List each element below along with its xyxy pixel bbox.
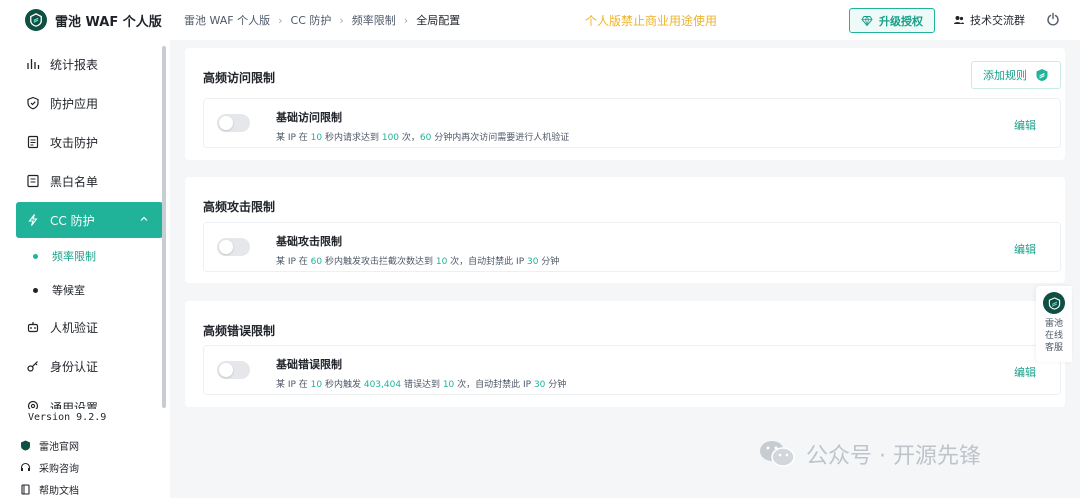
key-icon — [27, 361, 38, 372]
license-notice: 个人版禁止商业用途使用 — [585, 14, 718, 28]
rule-name: 基础访问限制 — [276, 111, 342, 124]
sidebar-subitem-waiting-room[interactable]: 等候室 — [16, 275, 163, 305]
sidebar-item-settings[interactable]: 通用设置 — [16, 387, 163, 409]
bullet-dot — [33, 254, 38, 259]
sidebar: 统计报表 防护应用 攻击防护 黑白名单 CC 防护 频率限制 等候室 人机验证 … — [0, 40, 170, 498]
edit-button[interactable]: 编辑 — [1014, 241, 1036, 257]
logout-icon[interactable] — [1046, 12, 1060, 26]
rule-description: 某 IP 在 60 秒内触发攻击拦截次数达到 10 次，自动封禁此 IP 30 … — [276, 257, 560, 267]
rule-card: 基础攻击限制 某 IP 在 60 秒内触发攻击拦截次数达到 10 次，自动封禁此… — [203, 222, 1061, 272]
footer-link-label: 采购咨询 — [39, 464, 79, 475]
users-icon — [954, 16, 964, 24]
section-title: 高频攻击限制 — [203, 200, 276, 214]
chevron-right-icon: › — [278, 13, 283, 27]
edit-button[interactable]: 编辑 — [1014, 117, 1036, 133]
bar-chart-icon — [27, 59, 40, 69]
footer-link-label: 雷池官网 — [39, 442, 79, 453]
add-rule-icon — [1036, 69, 1048, 81]
online-support-widget[interactable]: 雷池 在线 客服 — [1036, 286, 1072, 362]
sidebar-item-label: 通用设置 — [50, 401, 99, 409]
footer-link-website[interactable]: 雷池官网 — [20, 438, 79, 453]
section-high-freq-access: 高频访问限制 添加规则 基础访问限制 某 IP 在 10 秒内请求达到 100 … — [185, 48, 1065, 160]
breadcrumb-item[interactable]: CC 防护 — [291, 12, 332, 28]
rule-description: 某 IP 在 10 秒内触发 403,404 错误达到 10 次，自动封禁此 I… — [276, 380, 567, 390]
section-high-freq-attack: 高频攻击限制 基础攻击限制 某 IP 在 60 秒内触发攻击拦截次数达到 10 … — [185, 177, 1065, 283]
brand-name: 雷池 WAF 个人版 — [55, 14, 162, 30]
sidebar-item-label: 人机验证 — [50, 320, 99, 335]
breadcrumb-current: 全局配置 — [416, 14, 461, 27]
footer-link-docs[interactable]: 帮助文档 — [20, 482, 79, 497]
robot-icon — [27, 322, 39, 333]
wechat-icon — [760, 441, 795, 467]
rule-card: 基础错误限制 某 IP 在 10 秒内触发 403,404 错误达到 10 次，… — [203, 345, 1061, 395]
safeline-logo-icon — [25, 9, 47, 31]
sidebar-item-blacklist[interactable]: 黑白名单 — [16, 163, 163, 199]
support-label-line: 雷池 — [1044, 319, 1063, 329]
support-label-line: 客服 — [1044, 343, 1063, 353]
sidebar-item-protected-apps[interactable]: 防护应用 — [16, 85, 163, 121]
sidebar-item-cc-protection[interactable]: CC 防护 — [16, 202, 163, 238]
sidebar-item-label: 防护应用 — [50, 96, 99, 111]
support-logo-icon — [1043, 292, 1065, 314]
chevron-up-icon — [140, 216, 148, 221]
sidebar-subitem-rate-limit[interactable]: 频率限制 — [16, 241, 163, 271]
sidebar-item-captcha[interactable]: 人机验证 — [16, 309, 163, 345]
rule-toggle[interactable] — [217, 238, 250, 256]
sidebar-item-attack-protection[interactable]: 攻击防护 — [16, 124, 163, 160]
community-label: 技术交流群 — [970, 14, 1025, 27]
sidebar-item-auth[interactable]: 身份认证 — [16, 348, 163, 384]
breadcrumb-item[interactable]: 雷池 WAF 个人版 — [184, 12, 270, 28]
upgrade-button[interactable]: 升级授权 — [849, 8, 935, 33]
sidebar-item-label: 黑白名单 — [50, 174, 99, 189]
gear-icon — [27, 400, 39, 409]
rule-name: 基础攻击限制 — [276, 235, 342, 248]
rule-toggle[interactable] — [217, 114, 250, 132]
sidebar-scrollbar[interactable] — [162, 46, 166, 408]
sidebar-item-label: 统计报表 — [50, 57, 99, 72]
rule-card: 基础访问限制 某 IP 在 10 秒内请求达到 100 次，60 分钟内再次访问… — [203, 98, 1061, 148]
sidebar-item-label: CC 防护 — [50, 213, 95, 228]
rule-toggle[interactable] — [217, 361, 250, 379]
wechat-watermark: 公众号 · 开源先锋 — [758, 438, 981, 470]
headset-icon — [20, 462, 31, 471]
section-high-freq-error: 高频错误限制 基础错误限制 某 IP 在 10 秒内触发 403,404 错误达… — [185, 301, 1065, 407]
chevron-right-icon: › — [403, 13, 409, 27]
sidebar-subitem-label: 频率限制 — [52, 250, 96, 263]
sidebar-item-statistics[interactable]: 统计报表 — [16, 46, 163, 82]
footer-link-purchase[interactable]: 采购咨询 — [20, 460, 79, 475]
sidebar-item-label: 攻击防护 — [50, 135, 99, 150]
add-rule-button[interactable]: 添加规则 — [971, 61, 1061, 89]
community-link[interactable]: 技术交流群 — [953, 12, 1025, 28]
section-title: 高频错误限制 — [203, 324, 276, 338]
document-icon — [27, 135, 39, 149]
book-icon — [21, 484, 30, 495]
diamond-icon — [861, 15, 873, 26]
sidebar-item-label: 身份认证 — [50, 359, 99, 374]
sidebar-subitem-label: 等候室 — [52, 284, 85, 297]
chevron-right-icon: › — [339, 13, 344, 27]
watermark-text: 公众号 · 开源先锋 — [806, 444, 981, 469]
upgrade-label: 升级授权 — [879, 14, 923, 28]
rule-description: 某 IP 在 10 秒内请求达到 100 次，60 分钟内再次访问需要进行人机验… — [276, 133, 570, 143]
add-rule-label: 添加规则 — [983, 69, 1027, 82]
breadcrumb: 雷池 WAF 个人版 › CC 防护 › 频率限制 › 全局配置 — [184, 12, 460, 28]
shield-icon — [27, 96, 39, 110]
rule-name: 基础错误限制 — [276, 358, 342, 371]
support-label-line: 在线 — [1044, 331, 1063, 341]
bullet-dot — [33, 288, 38, 293]
footer-link-label: 帮助文档 — [39, 486, 79, 497]
edit-button[interactable]: 编辑 — [1014, 364, 1036, 380]
top-header: 雷池 WAF 个人版 雷池 WAF 个人版 › CC 防护 › 频率限制 › 全… — [0, 0, 1080, 40]
logo-icon — [21, 440, 30, 451]
breadcrumb-item[interactable]: 频率限制 — [352, 12, 396, 28]
version-label: Version 9.2.9 — [28, 412, 107, 423]
list-icon — [27, 174, 39, 188]
lightning-icon — [28, 214, 38, 226]
section-title: 高频访问限制 — [203, 71, 276, 85]
brand[interactable]: 雷池 WAF 个人版 — [0, 0, 170, 40]
